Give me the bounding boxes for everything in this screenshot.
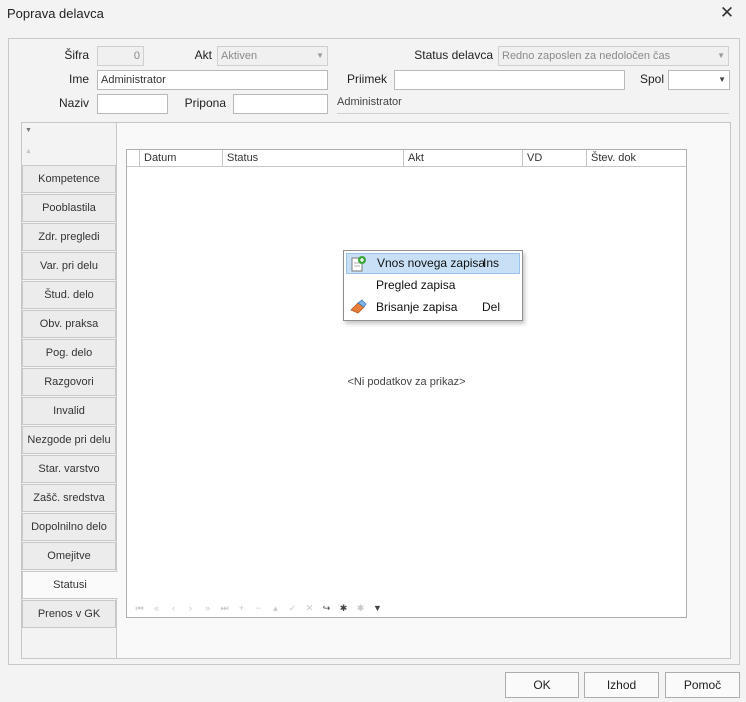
tab-5[interactable]: Obv. praksa xyxy=(22,310,116,338)
scroll-down-icon[interactable]: ▼ xyxy=(25,125,35,137)
ok-button[interactable]: OK xyxy=(505,672,579,698)
last-page-icon[interactable]: ⏭ xyxy=(216,601,233,615)
tab-7[interactable]: Razgovori xyxy=(22,368,116,396)
add-record-icon[interactable]: + xyxy=(233,601,250,615)
chevron-down-icon: ▼ xyxy=(717,51,725,60)
window-title: Poprava delavca xyxy=(7,6,104,21)
bookmark-icon[interactable]: ✱ xyxy=(335,601,352,615)
display-name: Administrator xyxy=(337,96,402,108)
edit-record-icon[interactable]: ▴ xyxy=(267,601,284,615)
chevron-down-icon[interactable]: ▼ xyxy=(718,71,726,89)
tab-12[interactable]: Dopolnilno delo xyxy=(22,513,116,541)
filter-icon[interactable]: ▼ xyxy=(369,601,386,615)
menu-item-label: Vnos novega zapisa xyxy=(377,256,486,270)
menu-item-label: Pregled zapisa xyxy=(376,278,456,292)
priimek-label: Priimek xyxy=(346,72,387,86)
cancel-edit-icon[interactable]: ✕ xyxy=(301,601,318,615)
chevron-down-icon: ▼ xyxy=(316,51,324,60)
column-vd[interactable]: VD xyxy=(523,150,587,166)
pripona-input[interactable] xyxy=(233,94,328,114)
prev-record-icon[interactable]: ‹ xyxy=(165,601,182,615)
pripona-label: Pripona xyxy=(184,96,226,110)
tab-0[interactable]: Kompetence xyxy=(22,165,116,193)
tab-2[interactable]: Zdr. pregledi xyxy=(22,223,116,251)
akt-select: Aktiven ▼ xyxy=(217,46,328,66)
ime-input[interactable]: Administrator xyxy=(97,70,328,90)
menu-item-delete-record[interactable]: Brisanje zapisa Del xyxy=(346,297,520,318)
ime-label: Ime xyxy=(68,72,89,86)
refresh-icon[interactable]: ↪ xyxy=(318,601,335,615)
menu-item-new-record[interactable]: Vnos novega zapisa Ins xyxy=(346,253,520,274)
sifra-field: 0 xyxy=(97,46,144,66)
tab-3[interactable]: Var. pri delu xyxy=(22,252,116,280)
tab-9[interactable]: Nezgode pri delu xyxy=(22,426,116,454)
tab-15[interactable]: Prenos v GK xyxy=(22,600,116,628)
statusi-grid[interactable]: Datum Status Akt VD Štev. dok <Ni podatk… xyxy=(126,149,687,618)
no-data-message: <Ni podatkov za prikaz> xyxy=(347,376,466,388)
status-delavca-select: Redno zaposlen za nedoločen čas ▼ xyxy=(498,46,729,66)
tab-10[interactable]: Star. varstvo xyxy=(22,455,116,483)
delete-record-icon[interactable]: − xyxy=(250,601,267,615)
column-datum[interactable]: Datum xyxy=(140,150,223,166)
tab-8[interactable]: Invalid xyxy=(22,397,116,425)
spol-label: Spol xyxy=(639,72,664,86)
next-record-icon[interactable]: › xyxy=(182,601,199,615)
tab-6[interactable]: Pog. delo xyxy=(22,339,116,367)
eraser-icon xyxy=(350,299,367,314)
spol-select[interactable]: ▼ xyxy=(668,70,730,90)
post-edit-icon[interactable]: ✓ xyxy=(284,601,301,615)
first-page-icon[interactable]: ⏮ xyxy=(131,601,148,615)
tab-11[interactable]: Zašč. sredstva xyxy=(22,484,116,512)
status-delavca-label: Status delavca xyxy=(414,48,493,62)
goto-bookmark-icon[interactable]: ✱ xyxy=(352,601,369,615)
menu-item-shortcut: Ins xyxy=(483,256,500,270)
tab-4[interactable]: Štud. delo xyxy=(22,281,116,309)
menu-item-label: Brisanje zapisa xyxy=(376,300,458,314)
next-page-icon[interactable]: » xyxy=(199,601,216,615)
naziv-input[interactable] xyxy=(97,94,168,114)
scroll-up-icon[interactable]: ▲ xyxy=(25,146,35,158)
close-icon[interactable]: ✕ xyxy=(718,3,736,23)
grid-navigator: ⏮ « ‹ › » ⏭ + − ▴ ✓ ✕ ↪ ✱ ✱ ▼ xyxy=(131,601,386,615)
row-indicator-header xyxy=(127,150,140,166)
priimek-input[interactable] xyxy=(394,70,625,90)
tab-1[interactable]: Pooblastila xyxy=(22,194,116,222)
prev-page-icon[interactable]: « xyxy=(148,601,165,615)
akt-label: Akt xyxy=(194,48,212,62)
column-stev-dok[interactable]: Štev. dok xyxy=(587,150,686,166)
pomoc-button[interactable]: Pomoč xyxy=(665,672,740,698)
sifra-label: Šifra xyxy=(64,48,89,62)
menu-item-view-record[interactable]: Pregled zapisa xyxy=(346,275,520,296)
tab-14[interactable]: Statusi xyxy=(22,571,118,599)
new-record-icon xyxy=(351,256,366,272)
izhod-button[interactable]: Izhod xyxy=(584,672,659,698)
status-delavca-value: Redno zaposlen za nedoločen čas xyxy=(502,50,671,62)
tab-13[interactable]: Omejitve xyxy=(22,542,116,570)
naziv-label: Naziv xyxy=(58,96,89,110)
separator xyxy=(337,113,729,114)
context-menu: Vnos novega zapisa Ins Pregled zapisa Br… xyxy=(343,250,523,321)
akt-value: Aktiven xyxy=(221,50,258,62)
grid-header: Datum Status Akt VD Štev. dok xyxy=(127,150,686,167)
menu-item-shortcut: Del xyxy=(482,300,501,314)
column-akt[interactable]: Akt xyxy=(404,150,523,166)
column-status[interactable]: Status xyxy=(223,150,404,166)
